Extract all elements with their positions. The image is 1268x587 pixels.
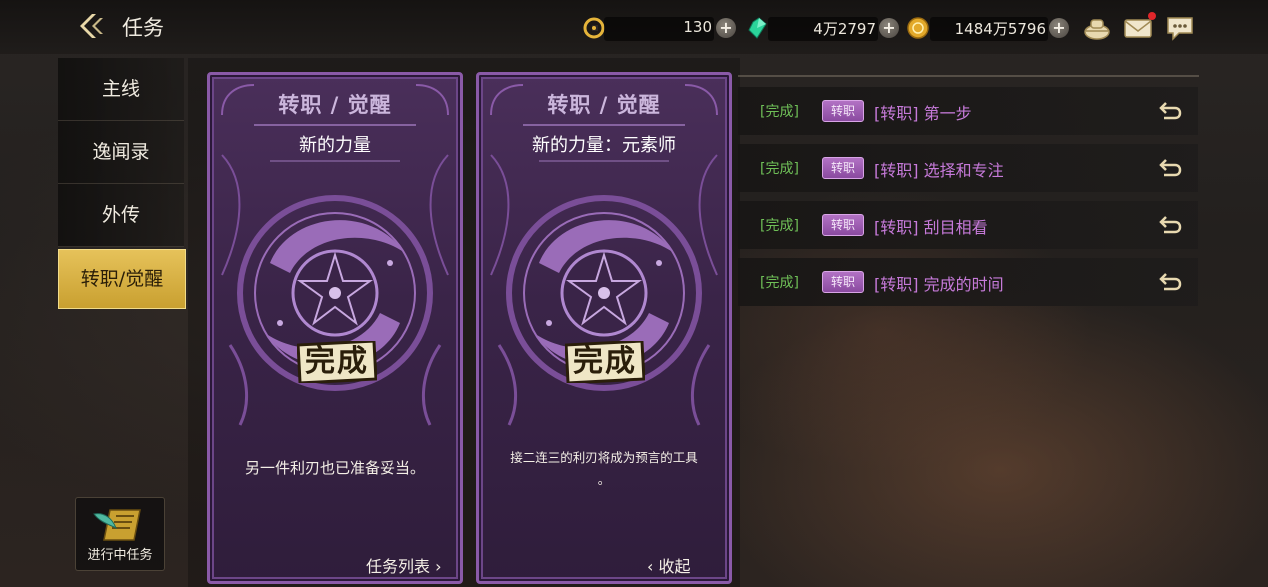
card-subtitle: 新的力量：元素师 <box>532 135 676 156</box>
collapse-link[interactable]: ‹ 收起 <box>647 553 691 577</box>
chevron-left-icon: ‹ <box>647 557 654 576</box>
page-title: 任务 <box>122 16 164 40</box>
complete-stamp: 完成 <box>565 341 645 383</box>
complete-stamp: 完成 <box>297 341 377 383</box>
add-ticket-button[interactable]: + <box>716 18 736 38</box>
quest-row[interactable]: [完成] 转职 [转职] 刮目相看 <box>738 201 1198 249</box>
quest-card-1: 转职 / 觉醒 新的力量 完成 另一件利刃也已准备妥当。 任务列表 › <box>207 72 463 584</box>
complete-stamp-text: 完成 <box>573 344 637 379</box>
card-title: 转职 / 觉醒 <box>547 93 661 117</box>
currency-gem-value: 4万2797 <box>813 20 876 38</box>
quest-status: [完成] <box>760 161 799 177</box>
quest-card-2: 转职 / 觉醒 新的力量：元素师 完成 接二连三的利刃将成为预言的工具 。 ‹ … <box>476 72 732 584</box>
add-coin-button[interactable]: + <box>1049 18 1069 38</box>
quest-row[interactable]: [完成] 转职 [转职] 选择和专注 <box>738 144 1198 192</box>
mail-notification-dot <box>1148 12 1156 20</box>
menu-item-main[interactable]: 主线 <box>58 58 184 121</box>
menu-item-side-story[interactable]: 外传 <box>58 184 184 247</box>
chevron-right-icon: › <box>435 557 442 576</box>
card-description: 另一件利刃也已准备妥当。 <box>244 459 425 477</box>
back-button[interactable] <box>70 10 110 42</box>
add-gem-button[interactable]: + <box>879 18 899 38</box>
quest-title: [转职] 第一步 <box>874 104 972 123</box>
quest-status: [完成] <box>760 275 799 291</box>
quest-tag: 转职 <box>822 100 864 122</box>
quest-tag: 转职 <box>822 214 864 236</box>
menu-item-class-awakening[interactable]: 转职/觉醒 <box>58 249 186 309</box>
ongoing-quests-label: 进行中任务 <box>87 548 153 563</box>
quest-row[interactable]: [完成] 转职 [转职] 完成的时间 <box>738 258 1198 306</box>
card-description: 接二连三的利刃将成为预言的工具 。 <box>510 450 698 487</box>
bag-icon[interactable] <box>1082 14 1112 42</box>
ongoing-quests-button[interactable]: 进行中任务 <box>75 497 165 571</box>
moon-sigil-icon <box>237 195 433 391</box>
card-title: 转职 / 觉醒 <box>278 93 392 117</box>
back-chevron-icon <box>80 14 103 38</box>
category-menu: 主线 逸闻录 外传 转职/觉醒 <box>58 58 186 309</box>
return-arrow-icon[interactable] <box>1158 99 1184 123</box>
green-gem-icon <box>745 16 769 40</box>
currency-coin-value: 1484万5796 <box>954 20 1046 38</box>
return-arrow-icon[interactable] <box>1158 156 1184 180</box>
quest-title: [转职] 选择和专注 <box>874 161 1004 180</box>
currency-ticket-value: 130 <box>683 18 712 36</box>
quest-list-link-label: 任务列表 <box>366 557 431 576</box>
quill-scroll-icon <box>93 509 141 541</box>
quest-tag: 转职 <box>822 157 864 179</box>
chat-icon[interactable] <box>1165 14 1195 42</box>
quest-row[interactable]: [完成] 转职 [转职] 第一步 <box>738 87 1198 135</box>
gold-coin-icon <box>906 16 930 40</box>
quest-list-link[interactable]: 任务列表 › <box>366 553 442 577</box>
menu-item-anecdotes[interactable]: 逸闻录 <box>58 121 184 184</box>
quest-status: [完成] <box>760 218 799 234</box>
quest-tag: 转职 <box>822 271 864 293</box>
list-divider <box>738 75 1199 77</box>
return-arrow-icon[interactable] <box>1158 270 1184 294</box>
collapse-link-label: 收起 <box>658 557 691 576</box>
quest-title: [转职] 完成的时间 <box>874 275 1004 294</box>
quest-status: [完成] <box>760 104 799 120</box>
complete-stamp-text: 完成 <box>305 344 369 379</box>
return-arrow-icon[interactable] <box>1158 213 1184 237</box>
quest-title: [转职] 刮目相看 <box>874 218 988 237</box>
card-subtitle: 新的力量 <box>299 135 371 156</box>
gold-c-icon <box>582 16 606 40</box>
moon-sigil-icon <box>506 195 702 391</box>
